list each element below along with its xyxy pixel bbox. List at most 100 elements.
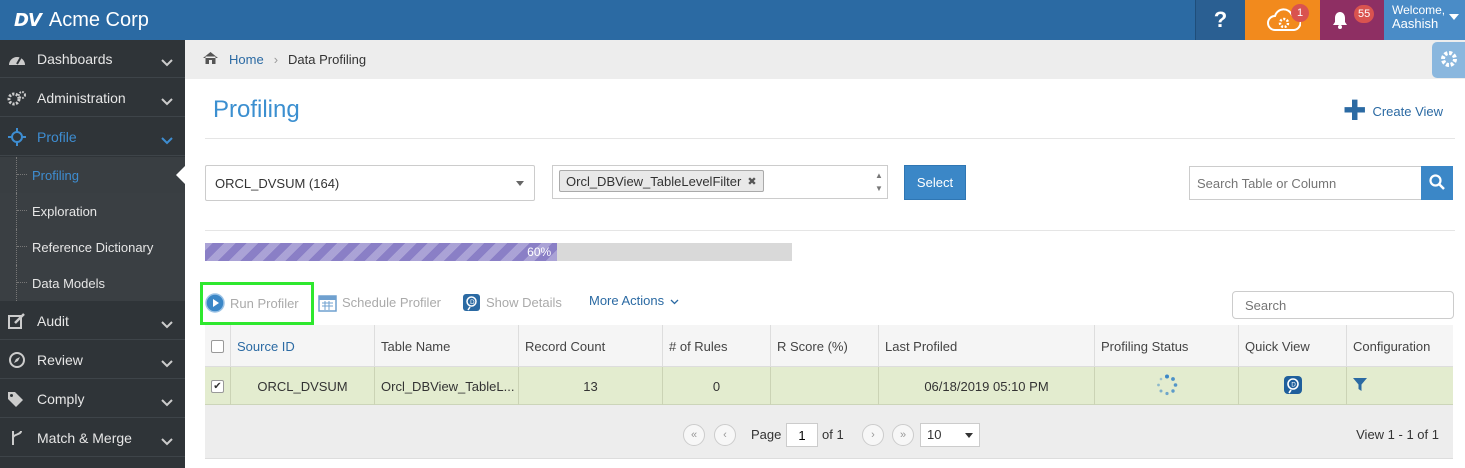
show-details-button[interactable]: D Show Details (462, 293, 562, 312)
page-size-select[interactable]: 10 (920, 423, 980, 447)
column-header-rules[interactable]: # of Rules (662, 325, 770, 367)
table-row[interactable]: ✔ ORCL_DVSUM Orcl_DBView_TableL... 13 0 … (205, 367, 1453, 405)
page-label: Page (751, 427, 782, 442)
user-menu[interactable]: Welcome, Aashish (1384, 0, 1465, 40)
column-header-last-profiled[interactable]: Last Profiled (878, 325, 1094, 367)
more-actions-menu[interactable]: More Actions (589, 293, 679, 308)
compass-icon (7, 351, 27, 368)
sidebar-item-label: Audit (37, 312, 69, 329)
svg-text:D: D (1291, 381, 1296, 388)
sidebar-item-profile[interactable]: Profile (0, 118, 185, 156)
column-header-table-name[interactable]: Table Name (374, 325, 518, 367)
run-profiler-button[interactable]: Run Profiler (205, 293, 299, 313)
cogs-icon (7, 90, 27, 106)
sidebar-subitem-exploration[interactable]: Exploration (0, 193, 185, 229)
bell-badge: 55 (1354, 5, 1375, 23)
cell-profiling-status (1094, 367, 1238, 405)
breadcrumb-separator: › (273, 52, 279, 67)
caret-down-icon (1449, 14, 1459, 20)
sidebar-item-label: Dashboards (37, 50, 113, 67)
sidebar-item-dashboards[interactable]: Dashboards (0, 40, 185, 78)
next-page-button[interactable]: › (862, 424, 884, 446)
loading-spinner-icon (1156, 374, 1178, 399)
gear-icon (1439, 49, 1459, 72)
quick-view-icon[interactable]: D (1283, 375, 1303, 398)
sidebar-item-match-merge[interactable]: Match & Merge (0, 419, 185, 457)
sidebar-item-comply[interactable]: Comply (0, 380, 185, 418)
last-page-button[interactable]: » (892, 424, 914, 446)
cloud-jobs-button[interactable]: 1 (1245, 0, 1320, 40)
create-view-button[interactable]: ✚ Create View (1343, 95, 1444, 126)
brand-logo: DV (14, 9, 42, 31)
page-number-input[interactable] (786, 423, 818, 447)
scroll-arrows[interactable]: ▲ ▼ (874, 169, 884, 195)
row-select-cell: ✔ (205, 367, 230, 405)
chevron-down-icon (161, 394, 173, 410)
search-button[interactable] (1421, 166, 1453, 200)
chevron-down-icon (161, 316, 173, 332)
column-header-quick-view[interactable]: Quick View (1238, 325, 1346, 367)
sidebar-subitem-label: Data Models (32, 275, 105, 291)
sidebar-item-audit[interactable]: Audit (0, 302, 185, 340)
settings-panel-toggle[interactable] (1432, 42, 1465, 78)
sidebar-subitem-reference-dictionary[interactable]: Reference Dictionary (0, 229, 185, 265)
column-header-record-count[interactable]: Record Count (518, 325, 662, 367)
plus-icon: ✚ (1343, 95, 1367, 126)
chevron-down-icon (161, 54, 173, 70)
first-page-button[interactable]: « (683, 424, 705, 446)
filter-icon[interactable] (1353, 377, 1367, 395)
dropdown-arrow-icon (516, 181, 524, 186)
column-header-r-score[interactable]: R Score (%) (770, 325, 878, 367)
create-view-label: Create View (1372, 103, 1444, 119)
filter-tag-label: Orcl_DBView_TableLevelFilter (566, 173, 742, 189)
home-icon[interactable] (202, 51, 219, 68)
sidebar-item-review[interactable]: Review (0, 341, 185, 379)
cell-record-count: 13 (518, 367, 662, 405)
select-all-checkbox[interactable] (211, 339, 224, 353)
sidebar-subitem-profiling[interactable]: Profiling (0, 157, 186, 193)
select-all-cell (205, 325, 230, 367)
sidebar-item-label: Review (37, 351, 83, 368)
run-profiler-label: Run Profiler (230, 295, 299, 311)
cell-rules: 0 (662, 367, 770, 405)
search-icon (1429, 173, 1445, 193)
cell-table-name[interactable]: Orcl_DBView_TableL... (374, 367, 518, 405)
datasource-select[interactable]: ORCL_DVSUM (164) (205, 165, 535, 201)
breadcrumb: Home › Data Profiling (185, 40, 1465, 79)
sidebar-item-label: Match & Merge (37, 429, 132, 446)
chevron-down-icon (161, 93, 173, 109)
cell-last-profiled: 06/18/2019 05:10 PM (878, 367, 1094, 405)
chevron-down-icon (161, 433, 173, 449)
column-header-profiling-status[interactable]: Profiling Status (1094, 325, 1238, 367)
column-header-configuration[interactable]: Configuration (1346, 325, 1453, 367)
progress-fill: 60% (205, 243, 558, 261)
show-details-label: Show Details (486, 295, 562, 310)
column-header-source-id[interactable]: Source ID (230, 325, 374, 367)
help-button[interactable]: ? (1195, 0, 1245, 40)
select-button[interactable]: Select (904, 165, 966, 200)
filter-multiselect[interactable]: Orcl_DBView_TableLevelFilter ✖ ▲ ▼ (552, 165, 888, 199)
search-table-column-input[interactable] (1189, 166, 1421, 200)
remove-tag-icon[interactable]: ✖ (747, 175, 756, 188)
divider (205, 138, 1455, 139)
row-checkbox[interactable]: ✔ (211, 379, 224, 393)
breadcrumb-home-link[interactable]: Home (229, 52, 264, 67)
table-header: Source ID Table Name Record Count # of R… (205, 325, 1453, 367)
chevron-down-icon (161, 355, 173, 371)
more-actions-label: More Actions (589, 293, 665, 308)
top-navbar: DV Acme Corp ? 1 55 Welcome, Aashish (0, 0, 1465, 40)
cloud-badge: 1 (1291, 4, 1309, 22)
prev-page-button[interactable]: ‹ (714, 424, 736, 446)
details-icon: D (462, 293, 481, 312)
tags-icon (7, 391, 27, 407)
sidebar-item-administration[interactable]: Administration (0, 79, 185, 117)
grid-search-input[interactable] (1232, 291, 1454, 319)
schedule-profiler-button[interactable]: Schedule Profiler (318, 293, 441, 312)
view-info: View 1 - 1 of 1 (1356, 427, 1439, 442)
sidebar-subitem-data-models[interactable]: Data Models (0, 265, 185, 301)
sidebar-item-label: Profile (37, 128, 77, 145)
notifications-button[interactable]: 55 (1320, 0, 1384, 40)
calendar-icon (318, 293, 337, 312)
divider (205, 230, 1455, 231)
brand[interactable]: DV Acme Corp (14, 6, 149, 34)
